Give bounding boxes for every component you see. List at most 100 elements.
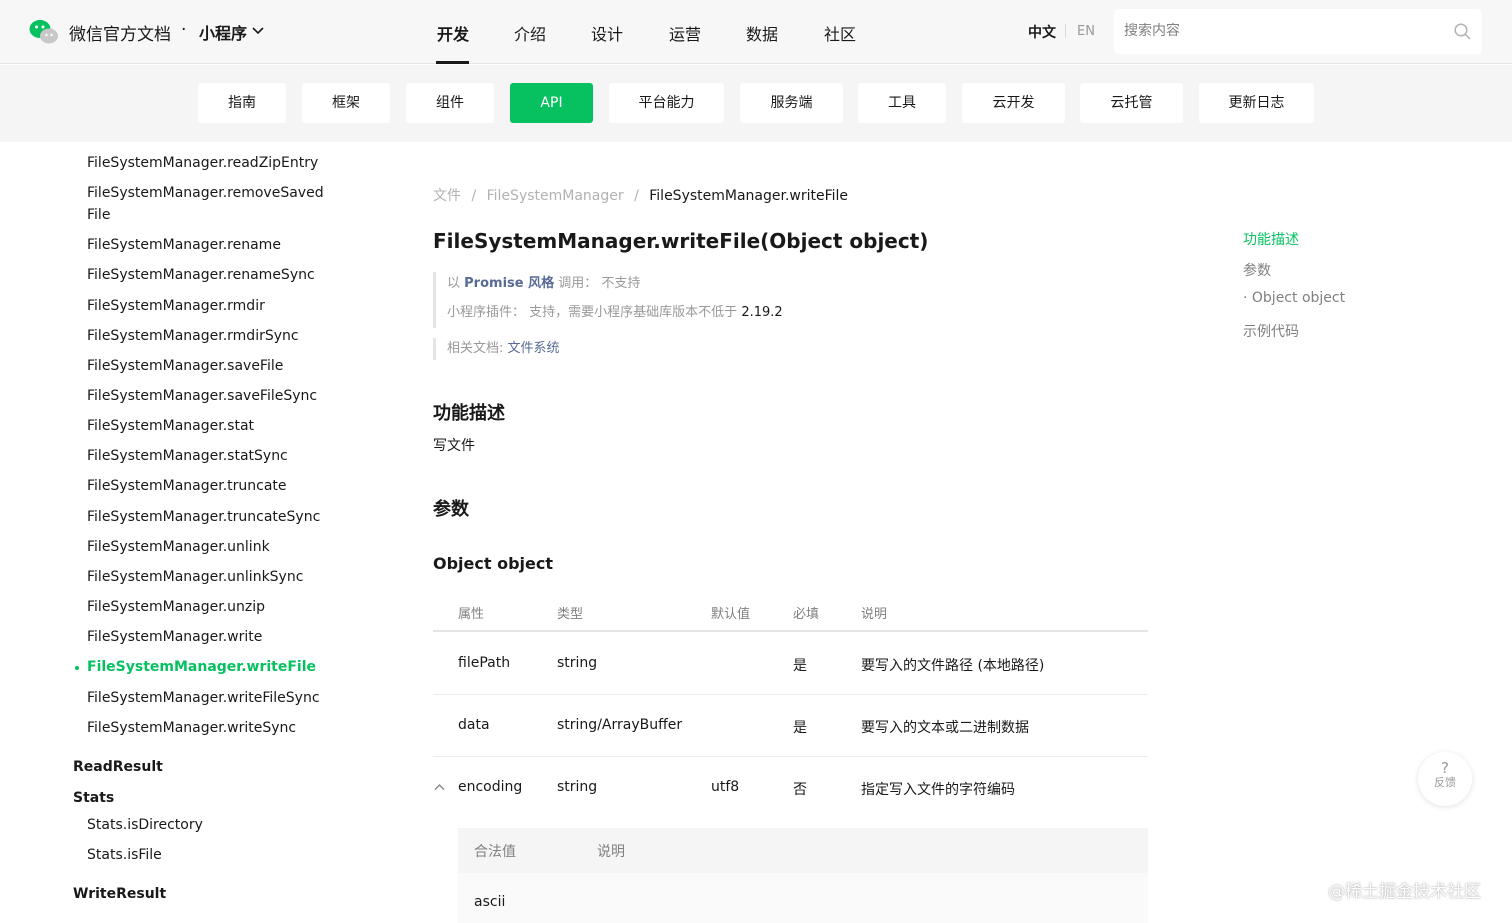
top-header: 微信官方文档 · 小程序 开发 介绍 设计 运营 数据 社区 中文 EN (0, 0, 1512, 64)
sidebar-item-active[interactable]: FileSystemManager.writeFile (87, 656, 316, 678)
params-table-header: 属性 类型 默认值 必填 说明 (433, 592, 1148, 632)
watermark: @稀土掘金技术社区 (1328, 882, 1481, 902)
breadcrumb-file[interactable]: 文件 (433, 188, 461, 204)
sidebar-item[interactable]: FileSystemManager.rmdir (87, 295, 312, 317)
search-box (1114, 9, 1482, 54)
toc-item-description[interactable]: 功能描述 (1243, 229, 1299, 249)
cell-desc: 要写入的文本或二进制数据 (861, 720, 1029, 736)
sub-nav: 指南 框架 组件 API 平台能力 服务端 工具 云开发 云托管 更新日志 (0, 65, 1512, 142)
subtable-header: 合法值 说明 (458, 828, 1148, 873)
sidebar-item[interactable]: FileSystemManager.rmdirSync (87, 325, 312, 347)
sidebar-item[interactable]: FileSystemManager.saveFileSync (87, 385, 317, 407)
nav-dev[interactable]: 开发 (437, 21, 469, 45)
object-heading: Object object (433, 554, 554, 573)
cell-name: encoding (458, 779, 523, 795)
tab-framework[interactable]: 框架 (302, 83, 390, 123)
sidebar-group-readresult[interactable]: ReadResult (73, 759, 163, 775)
cell-name: data (458, 717, 490, 733)
sidebar-item[interactable]: FileSystemManager.unlink (87, 536, 312, 558)
sidebar-group-stats[interactable]: Stats (73, 790, 114, 806)
lang-en[interactable]: EN (1077, 24, 1095, 39)
sidebar-item[interactable]: FileSystemManager.truncateSync (87, 506, 320, 528)
tab-tools[interactable]: 工具 (858, 83, 946, 123)
breadcrumb: 文件 / FileSystemManager / FileSystemManag… (433, 185, 854, 205)
cell-desc: 要写入的文件路径 (本地路径) (861, 658, 1045, 674)
description-text: 写文件 (433, 438, 475, 454)
breadcrumb-fsm[interactable]: FileSystemManager (487, 188, 624, 204)
related-docs-note: 相关文档: 文件系统 (433, 338, 560, 360)
cell-valid-value: ascii (474, 894, 506, 910)
toc-item-params[interactable]: 参数 (1243, 260, 1271, 280)
cell-name: filePath (458, 655, 511, 671)
toc-item-object[interactable]: · Object object (1243, 290, 1345, 306)
feedback-label: 反馈 (1434, 776, 1456, 789)
lang-zh[interactable]: 中文 (1028, 22, 1056, 42)
toc-item-example[interactable]: 示例代码 (1243, 321, 1299, 341)
sidebar-item[interactable]: FileSystemManager.unlinkSync (87, 566, 312, 588)
search-icon[interactable] (1454, 23, 1471, 40)
promise-mid: 调用： (558, 276, 598, 291)
sidebar-item[interactable]: FileSystemManager.writeSync (87, 717, 312, 739)
sidebar-item[interactable]: FileSystemManager.unzip (87, 596, 312, 618)
tab-api[interactable]: API (510, 83, 593, 123)
nav-operation[interactable]: 运营 (669, 21, 701, 45)
chevron-up-icon[interactable] (434, 783, 445, 791)
section-description-heading: 功能描述 (433, 403, 505, 424)
sidebar-item[interactable]: FileSystemManager.renameSync (87, 264, 315, 286)
cell-type: string (557, 779, 598, 795)
nav-intro[interactable]: 介绍 (514, 21, 546, 45)
breadcrumb-sep: / (471, 188, 477, 204)
tab-server[interactable]: 服务端 (740, 83, 843, 123)
support-note: 以 Promise 风格 调用： 不支持 小程序插件： 支持，需要小程序基础库版… (433, 272, 783, 328)
brand-title[interactable]: 微信官方文档 (69, 20, 171, 45)
th-valid-value: 合法值 (474, 844, 516, 860)
sidebar-item[interactable]: FileSystemManager.saveFile (87, 355, 312, 377)
sidebar-item[interactable]: Stats.isFile (87, 844, 312, 866)
page-title: FileSystemManager.writeFile(Object objec… (433, 229, 929, 253)
chevron-down-icon[interactable] (251, 25, 265, 37)
th-desc: 说明 (861, 607, 888, 622)
th-value-desc: 说明 (597, 844, 625, 860)
nav-design[interactable]: 设计 (591, 21, 623, 45)
related-label: 相关文档: (447, 341, 504, 356)
sidebar-item[interactable]: Stats.isDirectory (87, 814, 312, 836)
sidebar-item[interactable]: FileSystemManager.statSync (87, 445, 312, 467)
plugin-version: 2.19.2 (741, 305, 783, 320)
nav-community[interactable]: 社区 (824, 21, 856, 45)
tab-cloud-hosting[interactable]: 云托管 (1080, 83, 1183, 123)
tab-changelog[interactable]: 更新日志 (1199, 83, 1314, 123)
cell-desc: 指定写入文件的字符编码 (861, 782, 1015, 798)
sidebar-item[interactable]: FileSystemManager.removeSaved File (87, 182, 324, 226)
row-divider (433, 756, 1148, 757)
product-selector[interactable]: 小程序 (199, 20, 247, 44)
section-params-heading: 参数 (433, 499, 469, 520)
search-input[interactable] (1124, 20, 1424, 42)
lang-divider (1065, 24, 1066, 38)
promise-link[interactable]: Promise 风格 (464, 276, 554, 291)
sidebar-item[interactable]: FileSystemManager.truncate (87, 475, 312, 497)
th-required: 必填 (793, 607, 820, 622)
tab-platform[interactable]: 平台能力 (609, 83, 724, 123)
cell-type: string (557, 655, 598, 671)
wechat-logo-icon[interactable] (29, 18, 59, 46)
active-bullet-icon (75, 666, 79, 670)
sidebar-item[interactable]: FileSystemManager.writeFileSync (87, 687, 320, 709)
sidebar-item[interactable]: FileSystemManager.readZipEntry (87, 152, 318, 174)
related-link[interactable]: 文件系统 (508, 341, 560, 356)
nav-data[interactable]: 数据 (746, 21, 778, 45)
feedback-button[interactable]: ? 反馈 (1418, 752, 1472, 806)
plugin-label: 小程序插件： (447, 305, 526, 320)
sidebar: FileSystemManager.readZipEntry FileSyste… (0, 142, 336, 923)
promise-value: 不支持 (601, 276, 641, 291)
sidebar-group-writeresult[interactable]: WriteResult (73, 886, 166, 902)
th-attr: 属性 (458, 607, 485, 622)
tab-cloud-dev[interactable]: 云开发 (962, 83, 1065, 123)
brand-separator: · (181, 20, 187, 40)
tab-component[interactable]: 组件 (406, 83, 494, 123)
cell-type: string/ArrayBuffer (557, 717, 683, 733)
sidebar-item[interactable]: FileSystemManager.rename (87, 234, 312, 256)
sidebar-item[interactable]: FileSystemManager.stat (87, 415, 312, 437)
cell-required: 是 (793, 658, 807, 674)
sidebar-item[interactable]: FileSystemManager.write (87, 626, 312, 648)
tab-guide[interactable]: 指南 (198, 83, 286, 123)
